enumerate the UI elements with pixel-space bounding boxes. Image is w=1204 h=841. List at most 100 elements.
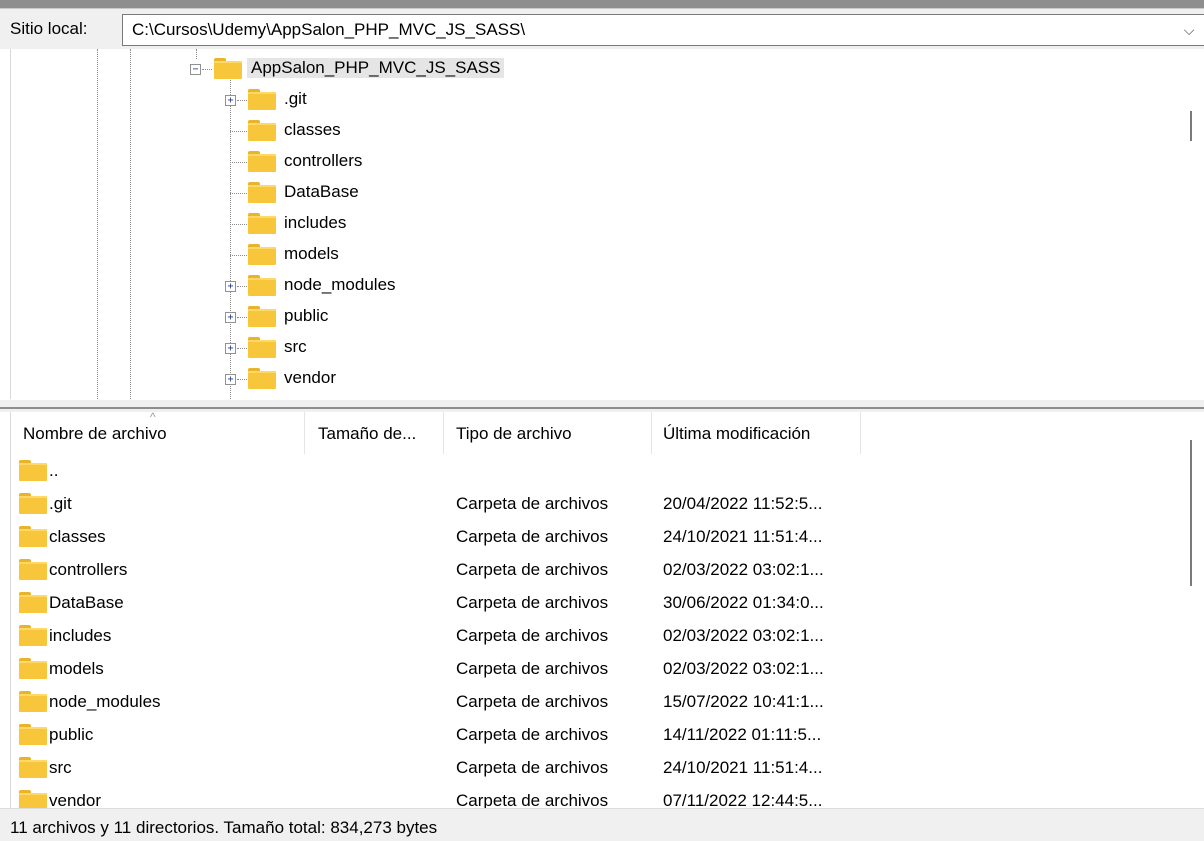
table-row[interactable]: includes Carpeta de archivos 02/03/2022 03… (11, 619, 1204, 652)
folder-icon (248, 182, 276, 203)
folder-icon (19, 757, 47, 778)
file-name: .git (49, 494, 72, 513)
folder-icon (248, 306, 276, 327)
expand-icon[interactable]: + (225, 343, 236, 354)
local-site-path-combobox[interactable]: C:\Cursos\Udemy\AppSalon_PHP_MVC_JS_SASS… (122, 14, 1204, 46)
tree-scrollbar[interactable] (1190, 111, 1192, 141)
file-list-scrollbar[interactable] (1190, 440, 1192, 586)
folder-icon (19, 526, 47, 547)
local-file-list[interactable]: ^ Nombre de archivo Tamaño de... Tipo de… (10, 412, 1204, 808)
tree-item[interactable]: DataBase (284, 182, 359, 202)
file-name: vendor (49, 791, 101, 808)
expand-icon[interactable]: + (225, 281, 236, 292)
file-name: src (49, 758, 72, 777)
folder-icon (19, 724, 47, 745)
file-type: Carpeta de archivos (456, 725, 609, 744)
file-type: Carpeta de archivos (456, 659, 609, 678)
file-name: node_modules (49, 692, 161, 711)
tree-item[interactable]: public (284, 306, 328, 326)
file-modified: 24/10/2021 11:51:4... (663, 527, 823, 546)
folder-icon (248, 89, 276, 110)
folder-icon (19, 460, 47, 481)
local-site-label: Sitio local: (10, 19, 88, 38)
file-modified: 02/03/2022 03:02:1... (663, 659, 824, 678)
tree-guide-line (97, 49, 98, 399)
file-type: Carpeta de archivos (456, 791, 609, 808)
tree-item[interactable]: node_modules (284, 275, 396, 295)
file-modified: 07/11/2022 12:44:5... (663, 791, 823, 808)
tree-guide-line (196, 49, 197, 59)
folder-icon (19, 592, 47, 613)
pane-splitter[interactable] (0, 400, 1204, 412)
file-modified: 14/11/2022 01:11:5... (663, 725, 822, 744)
tree-item[interactable]: includes (284, 213, 346, 233)
local-site-bar: Sitio local: C:\Cursos\Udemy\AppSalon_PH… (0, 9, 1204, 49)
table-row[interactable]: node_modules Carpeta de archivos 15/07/202… (11, 685, 1204, 718)
tree-guide-line (230, 162, 247, 163)
folder-icon (248, 275, 276, 296)
tree-item[interactable]: controllers (284, 151, 362, 171)
file-name: public (49, 725, 94, 744)
folder-icon (19, 559, 47, 580)
file-name: controllers (49, 560, 128, 579)
window-top-border (0, 0, 1204, 9)
table-row[interactable]: classes Carpeta de archivos 24/10/2021 11:… (11, 520, 1204, 553)
column-header-modified[interactable]: Última modificación (653, 412, 861, 454)
tree-guide-line (202, 69, 212, 70)
file-type: Carpeta de archivos (456, 593, 609, 612)
table-row[interactable]: .git Carpeta de archivos 20/04/2022 11:52:… (11, 487, 1204, 520)
tree-item[interactable]: vendor (284, 368, 336, 388)
folder-icon (19, 658, 47, 679)
column-header-name[interactable]: Nombre de archivo (11, 412, 305, 454)
tree-item[interactable]: models (284, 244, 339, 264)
status-text: 11 archivos y 11 directorios. Tamaño tot… (10, 818, 438, 837)
tree-item[interactable]: .git (284, 89, 307, 109)
status-bar: 11 archivos y 11 directorios. Tamaño tot… (0, 808, 1204, 841)
expand-icon[interactable]: + (225, 312, 236, 323)
expand-icon[interactable]: + (225, 95, 236, 106)
tree-guide-line (237, 317, 247, 318)
file-type: Carpeta de archivos (456, 494, 609, 513)
table-row[interactable]: .. (11, 454, 1204, 487)
file-modified: 02/03/2022 03:02:1... (663, 560, 824, 579)
folder-icon (19, 790, 47, 808)
folder-icon (19, 691, 47, 712)
table-row[interactable]: DataBase Carpeta de archivos 30/06/2022 01… (11, 586, 1204, 619)
file-name: .. (49, 461, 59, 480)
file-type: Carpeta de archivos (456, 527, 609, 546)
table-row[interactable]: controllers Carpeta de archivos 02/03/2022… (11, 553, 1204, 586)
file-name: DataBase (49, 593, 124, 612)
chevron-down-icon[interactable]: ⌵ (1180, 19, 1198, 41)
folder-icon (19, 625, 47, 646)
file-modified: 30/06/2022 01:34:0... (663, 593, 824, 612)
table-row[interactable]: vendor Carpeta de archivos 07/11/2022 12:4… (11, 784, 1204, 808)
tree-item-root[interactable]: AppSalon_PHP_MVC_JS_SASS (247, 58, 505, 78)
file-name: models (49, 659, 104, 678)
tree-guide-line (237, 286, 247, 287)
table-row[interactable]: src Carpeta de archivos 24/10/2021 11:51:4… (11, 751, 1204, 784)
file-type: Carpeta de archivos (456, 626, 609, 645)
collapse-icon[interactable]: − (190, 64, 201, 75)
tree-guide-line (237, 348, 247, 349)
file-name: includes (49, 626, 112, 645)
folder-icon (248, 120, 276, 141)
file-type: Carpeta de archivos (456, 758, 609, 777)
folder-icon (248, 213, 276, 234)
tree-item[interactable]: src (284, 337, 307, 357)
local-site-path-value[interactable]: C:\Cursos\Udemy\AppSalon_PHP_MVC_JS_SASS… (132, 20, 525, 40)
folder-icon (19, 493, 47, 514)
table-row[interactable]: models Carpeta de archivos 02/03/2022 03:0… (11, 652, 1204, 685)
file-modified: 15/07/2022 10:41:1... (663, 692, 824, 711)
tree-guide-line (237, 100, 247, 101)
column-header-type[interactable]: Tipo de archivo (445, 412, 652, 454)
tree-item[interactable]: classes (284, 120, 341, 140)
folder-icon (214, 58, 242, 79)
file-modified: 24/10/2021 11:51:4... (663, 758, 823, 777)
column-header-size[interactable]: Tamaño de... (306, 412, 444, 454)
tree-guide-line (130, 49, 131, 399)
file-name: classes (49, 527, 106, 546)
file-list-header: ^ Nombre de archivo Tamaño de... Tipo de… (11, 412, 1204, 454)
expand-icon[interactable]: + (225, 374, 236, 385)
local-directory-tree[interactable]: − AppSalon_PHP_MVC_JS_SASS + .git classes c… (10, 49, 1204, 399)
table-row[interactable]: public Carpeta de archivos 14/11/2022 01:1… (11, 718, 1204, 751)
